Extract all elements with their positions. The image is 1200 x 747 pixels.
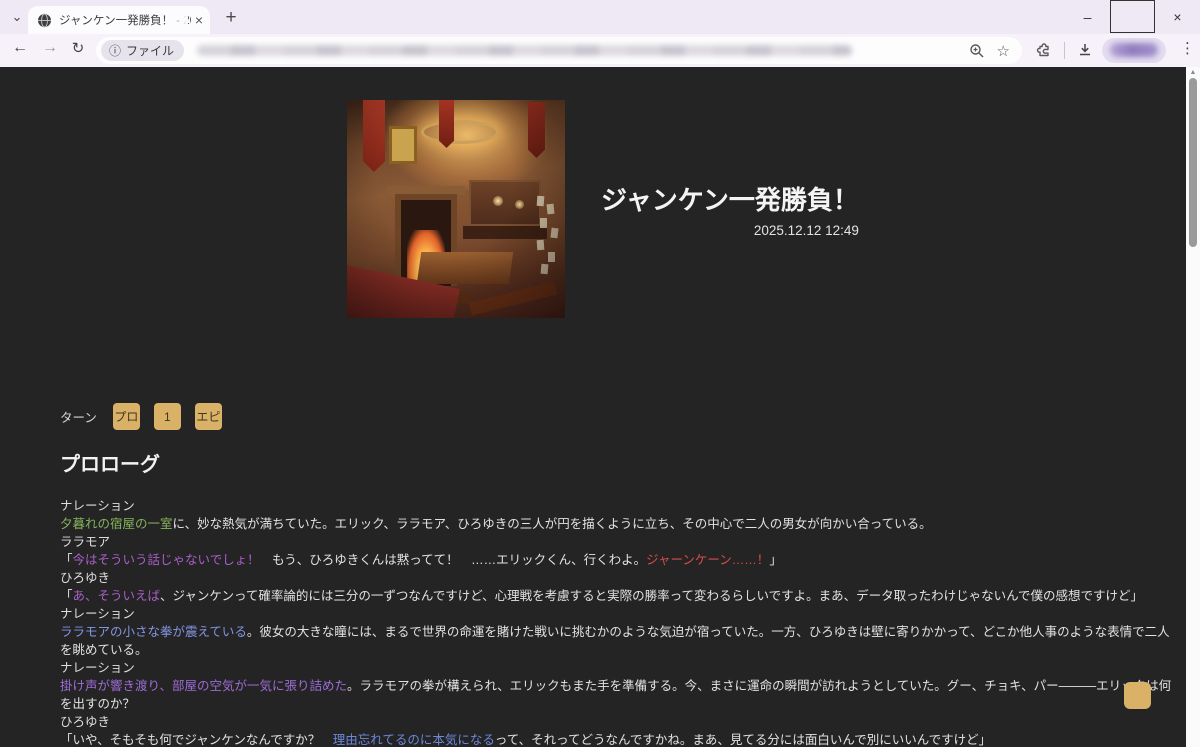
url-text-redacted (197, 45, 852, 56)
section-title: プロローグ (60, 448, 160, 477)
profile-name-redacted (1110, 43, 1158, 57)
plain-text: に、妙な熱気が満ちていた。エリック、ララモア、ひろゆきの三人が円を描くように立ち… (173, 517, 932, 531)
story-header: ジャンケン一発勝負！ 2025.12.12 12:49 (347, 100, 859, 318)
zoom-icon[interactable] (969, 43, 985, 59)
log-entry: ララモア「今はそういう話じゃないでしょ！ もう、ひろゆきくんは黙ってて！ ……エ… (60, 533, 1180, 569)
plain-text: って、それってどうなんですかね。まあ、見てる分には面白いんで別にいいんですけど」 (495, 733, 991, 747)
log-text: 「いや、そもそも何でジャンケンなんですか？ 理由忘れてるのに本気になるって、それ… (60, 731, 1180, 747)
browser-tab[interactable]: ジャンケン一発勝負！ - 2025.12.1 × (28, 6, 210, 34)
log-entry: ひろゆき「いや、そもそも何でジャンケンなんですか？ 理由忘れてるのに本気になるっ… (60, 713, 1180, 747)
close-window-button[interactable]: × (1155, 0, 1200, 33)
log-speaker: ひろゆき (60, 569, 1180, 587)
turn-button-epilogue[interactable]: エピ (195, 403, 222, 430)
highlighted-text: 今はそういう話じゃないでしょ！ (73, 553, 260, 567)
forward-button[interactable]: → (38, 39, 62, 57)
log-entry: ひろゆき「あ、そういえば、ジャンケンって確率論的には三分の一ずつなんですけど、心… (60, 569, 1180, 605)
log-text: 掛け声が響き渡り、部屋の空気が一気に張り詰めた。ララモアの拳が構えられ、エリック… (60, 677, 1180, 713)
tab-search-button[interactable]: ⌄ (8, 9, 26, 27)
highlighted-text: あ、そういえば (73, 589, 161, 603)
log-speaker: ナレーション (60, 659, 1180, 677)
address-bar[interactable]: ⓘ ファイル ☆ (96, 37, 1022, 64)
extensions-icon[interactable] (1035, 41, 1053, 64)
turn-button-prologue[interactable]: プロ (113, 403, 140, 430)
highlighted-text: ジャーンケーン……！ (646, 553, 769, 567)
highlighted-text: ララモアの小さな拳が震えている (60, 625, 247, 639)
bookmark-star-icon[interactable]: ☆ (997, 42, 1010, 60)
log-speaker: ナレーション (60, 497, 1180, 515)
plain-text: 「 (60, 553, 73, 567)
log-entry: ナレーション夕暮れの宿屋の一室に、妙な熱気が満ちていた。エリック、ララモア、ひろ… (60, 497, 1180, 533)
highlighted-text: 夕暮れの宿屋の一室 (60, 517, 173, 531)
info-icon: ⓘ (109, 42, 121, 59)
chevron-down-icon: ⌄ (12, 9, 23, 24)
maximize-button[interactable] (1110, 0, 1155, 33)
download-icon[interactable] (1076, 41, 1094, 64)
log-text: 「あ、そういえば、ジャンケンって確率論的には三分の一ずつなんですけど、心理戦を考… (60, 587, 1180, 605)
file-scheme-chip[interactable]: ⓘ ファイル (101, 40, 184, 61)
log-speaker: ララモア (60, 533, 1180, 551)
toolbar-divider (1064, 42, 1065, 59)
minimize-button[interactable]: – (1065, 0, 1110, 33)
plain-text: 、ジャンケンって確率論的には三分の一ずつなんですけど、心理戦を考慮すると実際の勝… (160, 589, 1143, 603)
turn-navigation: ターン プロ 1 エピ (60, 403, 236, 430)
page-scrollbar[interactable]: ▲ (1186, 67, 1200, 747)
scrollbar-thumb[interactable] (1189, 78, 1197, 247)
scrollbar-up-arrow[interactable]: ▲ (1186, 69, 1200, 76)
turn-label: ターン (60, 407, 97, 426)
page-datetime: 2025.12.12 12:49 (601, 223, 859, 238)
highlighted-text: 理由忘れてるのに本気になる (333, 733, 495, 747)
browser-toolbar: ← → ↻ ⓘ ファイル ☆ ⋮ (0, 34, 1200, 67)
highlighted-text: 掛け声が響き渡り、部屋の空気が一気に張り詰めた (60, 679, 347, 693)
omnibox-right-icons: ☆ (969, 42, 1022, 60)
plain-text: 「 (60, 589, 73, 603)
log-text: 夕暮れの宿屋の一室に、妙な熱気が満ちていた。エリック、ララモア、ひろゆきの三人が… (60, 515, 1180, 533)
turn-button-1[interactable]: 1 (154, 403, 181, 430)
window-controls: – × (1065, 0, 1200, 33)
plain-text: 「いや、そもそも何でジャンケンなんですか？ (60, 733, 333, 747)
tavern-illustration (347, 100, 565, 318)
back-button[interactable]: ← (8, 39, 32, 57)
menu-dots-icon[interactable]: ⋮ (1180, 39, 1195, 57)
log-speaker: ナレーション (60, 605, 1180, 623)
page-content: ジャンケン一発勝負！ 2025.12.12 12:49 ターン プロ 1 エピ … (0, 67, 1200, 747)
log-text: 「今はそういう話じゃないでしょ！ もう、ひろゆきくんは黙ってて！ ……エリックく… (60, 551, 1180, 569)
plain-text: 」 (769, 553, 782, 567)
reload-button[interactable]: ↻ (66, 39, 90, 57)
browser-window: ⌄ ジャンケン一発勝負！ - 2025.12.1 × + – × ← → ↻ ⓘ… (0, 0, 1200, 747)
file-chip-label: ファイル (126, 42, 174, 59)
log-entry: ナレーション掛け声が響き渡り、部屋の空気が一気に張り詰めた。ララモアの拳が構えら… (60, 659, 1180, 713)
story-log: ナレーション夕暮れの宿屋の一室に、妙な熱気が満ちていた。エリック、ララモア、ひろ… (60, 497, 1180, 747)
globe-favicon-icon (37, 13, 52, 28)
maximize-icon (1110, 0, 1155, 33)
log-text: ララモアの小さな拳が震えている。彼女の大きな瞳には、まるで世界の命運を賭けた戦い… (60, 623, 1180, 659)
scroll-top-button[interactable] (1124, 682, 1151, 709)
new-tab-button[interactable]: + (220, 7, 242, 29)
tab-close-icon[interactable]: × (195, 13, 203, 27)
tab-strip: ⌄ ジャンケン一発勝負！ - 2025.12.1 × + – × (0, 0, 1200, 34)
log-speaker: ひろゆき (60, 713, 1180, 731)
page-title: ジャンケン一発勝負！ (601, 186, 859, 216)
log-entry: ナレーションララモアの小さな拳が震えている。彼女の大きな瞳には、まるで世界の命運… (60, 605, 1180, 659)
plain-text: もう、ひろゆきくんは黙ってて！ ……エリックくん、行くわよ。 (260, 553, 647, 567)
title-block: ジャンケン一発勝負！ 2025.12.12 12:49 (601, 100, 859, 318)
tab-title: ジャンケン一発勝負！ - 2025.12.1 (59, 12, 191, 28)
profile-chip[interactable] (1102, 38, 1166, 63)
